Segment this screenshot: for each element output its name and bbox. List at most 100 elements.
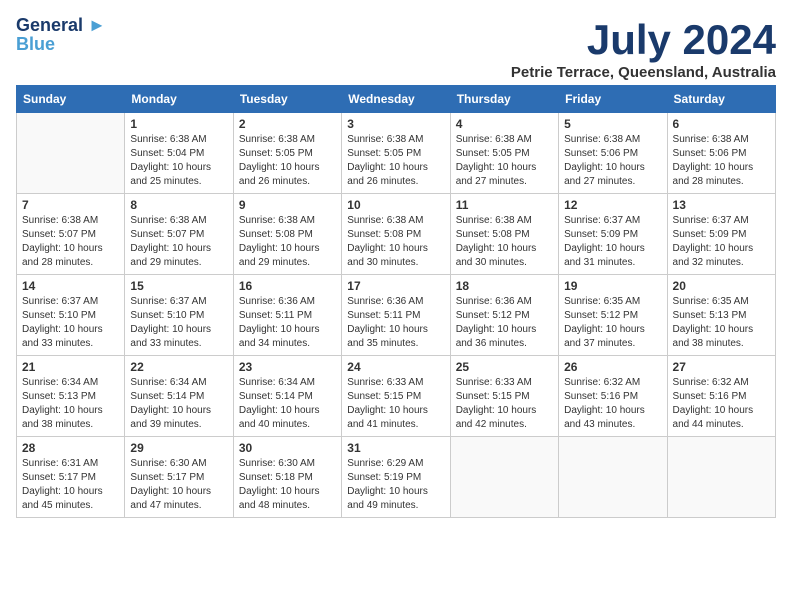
day-cell: 24Sunrise: 6:33 AMSunset: 5:15 PMDayligh… [342, 356, 450, 437]
day-cell [559, 437, 667, 518]
day-info: Sunrise: 6:38 AMSunset: 5:07 PMDaylight:… [22, 214, 119, 270]
title-block: July 2024 Petrie Terrace, Queensland, Au… [511, 16, 776, 81]
day-number: 9 [239, 198, 336, 212]
day-info: Sunrise: 6:37 AMSunset: 5:09 PMDaylight:… [564, 214, 661, 270]
daylight-minutes: and 28 minutes. [22, 257, 93, 268]
daylight-text: Daylight: 10 hours [130, 405, 211, 416]
sunset-text: Sunset: 5:12 PM [456, 310, 530, 321]
daylight-text: Daylight: 10 hours [239, 405, 320, 416]
sunset-text: Sunset: 5:07 PM [22, 229, 96, 240]
day-cell: 1Sunrise: 6:38 AMSunset: 5:04 PMDaylight… [125, 113, 233, 194]
daylight-minutes: and 38 minutes. [673, 338, 744, 349]
sunrise-text: Sunrise: 6:33 AM [456, 377, 532, 388]
sunrise-text: Sunrise: 6:34 AM [130, 377, 206, 388]
day-number: 12 [564, 198, 661, 212]
sunrise-text: Sunrise: 6:38 AM [347, 134, 423, 145]
day-info: Sunrise: 6:37 AMSunset: 5:10 PMDaylight:… [22, 295, 119, 351]
day-info: Sunrise: 6:33 AMSunset: 5:15 PMDaylight:… [456, 376, 553, 432]
day-info: Sunrise: 6:34 AM Sunset: 5:13 PM Daylight:… [22, 376, 119, 432]
daylight-minutes: and 42 minutes. [456, 419, 527, 430]
sunrise-text: Sunrise: 6:34 AM [239, 377, 315, 388]
daylight-text: Daylight: 10 hours [130, 243, 211, 254]
day-cell [667, 437, 775, 518]
logo: General ► Blue [16, 16, 106, 55]
day-cell: 18 Sunrise: 6:36 AMSunset: 5:12 PMDayligh… [450, 275, 558, 356]
daylight-minutes: and 28 minutes. [673, 176, 744, 187]
daylight-minutes: and 33 minutes. [130, 338, 201, 349]
day-cell: 28Sunrise: 6:31 AMSunset: 5:17 PMDayligh… [17, 437, 125, 518]
day-number: 7 [22, 198, 119, 212]
daylight-text: Daylight: 10 hours [130, 486, 211, 497]
sunrise-text: Sunrise: 6:31 AM [22, 458, 98, 469]
day-cell [450, 437, 558, 518]
logo-blue-text: Blue [16, 34, 106, 55]
day-cell: 22Sunrise: 6:34 AMSunset: 5:14 PMDayligh… [125, 356, 233, 437]
day-info: Sunrise: 6:38 AMSunset: 5:05 PMDaylight:… [456, 133, 553, 189]
day-info: Sunrise: 6:30 AMSunset: 5:18 PMDaylight:… [239, 457, 336, 513]
day-cell: 15Sunrise: 6:37 AMSunset: 5:10 PMDayligh… [125, 275, 233, 356]
sunset-text: Sunset: 5:14 PM [239, 391, 313, 402]
daylight-minutes: and 40 minutes. [239, 419, 310, 430]
week-row-1: 1Sunrise: 6:38 AMSunset: 5:04 PMDaylight… [17, 113, 776, 194]
daylight-text: Daylight: 10 hours [456, 324, 537, 335]
daylight-text: Daylight: 10 hours [239, 324, 320, 335]
daylight-text: Daylight: 10 hours [347, 486, 428, 497]
sunset-text: Sunset: 5:13 PM [673, 310, 747, 321]
day-cell: 30Sunrise: 6:30 AMSunset: 5:18 PMDayligh… [233, 437, 341, 518]
sunrise-text: Sunrise: 6:38 AM [130, 134, 206, 145]
day-info: Sunrise: 6:38 AMSunset: 5:08 PMDaylight:… [456, 214, 553, 270]
day-cell: 14 Sunrise: 6:37 AMSunset: 5:10 PMDayligh… [17, 275, 125, 356]
day-number: 24 [347, 360, 444, 374]
weekday-header-wednesday: Wednesday [342, 86, 450, 113]
weekday-header-tuesday: Tuesday [233, 86, 341, 113]
daylight-text: Daylight: 10 hours [564, 243, 645, 254]
sunset-text: Sunset: 5:04 PM [130, 148, 204, 159]
weekday-header-row: SundayMondayTuesdayWednesdayThursdayFrid… [17, 86, 776, 113]
daylight-minutes: and 34 minutes. [239, 338, 310, 349]
sunset-text: Sunset: 5:12 PM [564, 310, 638, 321]
daylight-minutes: and 30 minutes. [456, 257, 527, 268]
day-number: 2 [239, 117, 336, 131]
day-cell: 5Sunrise: 6:38 AMSunset: 5:06 PMDaylight… [559, 113, 667, 194]
week-row-2: 7Sunrise: 6:38 AMSunset: 5:07 PMDaylight… [17, 194, 776, 275]
daylight-text: Daylight: 10 hours [22, 324, 103, 335]
daylight-text: Daylight: 10 hours [456, 243, 537, 254]
sunrise-text: Sunrise: 6:38 AM [673, 134, 749, 145]
day-number: 1 [130, 117, 227, 131]
sunset-text: Sunset: 5:10 PM [130, 310, 204, 321]
sunset-text: Sunset: 5:08 PM [239, 229, 313, 240]
sunset-text: Sunset: 5:16 PM [564, 391, 638, 402]
day-number: 3 [347, 117, 444, 131]
location-title: Petrie Terrace, Queensland, Australia [511, 64, 776, 81]
weekday-header-thursday: Thursday [450, 86, 558, 113]
day-info: Sunrise: 6:36 AMSunset: 5:12 PMDaylight:… [456, 295, 553, 351]
day-number: 21 [22, 360, 119, 374]
sunset-text: Sunset: 5:14 PM [130, 391, 204, 402]
day-number: 13 [673, 198, 770, 212]
sunrise-text: Sunrise: 6:30 AM [239, 458, 315, 469]
sunset-text: Sunset: 5:09 PM [673, 229, 747, 240]
sunrise-text: Sunrise: 6:37 AM [673, 215, 749, 226]
day-info: Sunrise: 6:30 AMSunset: 5:17 PMDaylight:… [130, 457, 227, 513]
sunset-text: Sunset: 5:06 PM [673, 148, 747, 159]
daylight-minutes: and 35 minutes. [347, 338, 418, 349]
day-info: Sunrise: 6:29 AMSunset: 5:19 PMDaylight:… [347, 457, 444, 513]
sunset-text: Sunset: 5:15 PM [347, 391, 421, 402]
daylight-text: Daylight: 10 hours [673, 324, 754, 335]
day-number: 14 [22, 279, 119, 293]
sunrise-text: Sunrise: 6:38 AM [456, 134, 532, 145]
sunset-text: Sunset: 5:13 PM [22, 391, 96, 402]
daylight-text: Daylight: 10 hours [347, 243, 428, 254]
sunrise-text: Sunrise: 6:34 AM [22, 377, 98, 388]
daylight-text: Daylight: 10 hours [22, 405, 103, 416]
day-info: Sunrise: 6:38 AMSunset: 5:06 PMDaylight:… [673, 133, 770, 189]
sunrise-text: Sunrise: 6:33 AM [347, 377, 423, 388]
day-number: 18 [456, 279, 553, 293]
day-info: Sunrise: 6:38 AMSunset: 5:05 PMDaylight:… [239, 133, 336, 189]
day-cell: 25Sunrise: 6:33 AMSunset: 5:15 PMDayligh… [450, 356, 558, 437]
day-cell: 17Sunrise: 6:36 AMSunset: 5:11 PMDayligh… [342, 275, 450, 356]
day-cell: 2 Sunrise: 6:38 AMSunset: 5:05 PMDaylight… [233, 113, 341, 194]
sunrise-text: Sunrise: 6:38 AM [130, 215, 206, 226]
weekday-header-friday: Friday [559, 86, 667, 113]
day-number: 19 [564, 279, 661, 293]
